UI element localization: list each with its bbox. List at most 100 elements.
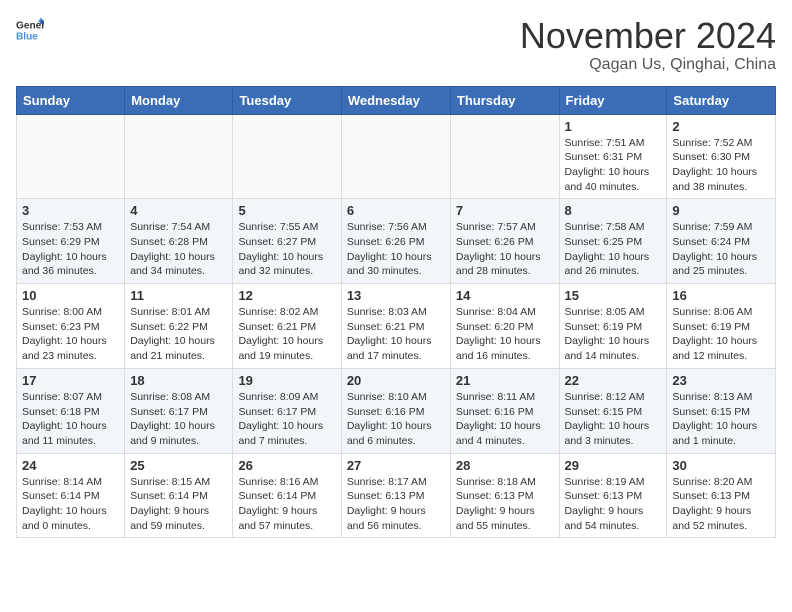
calendar-day-cell: 28Sunrise: 8:18 AM Sunset: 6:13 PM Dayli… (450, 453, 559, 538)
day-number: 20 (347, 373, 445, 388)
day-number: 4 (130, 203, 227, 218)
day-number: 12 (238, 288, 335, 303)
day-info: Sunrise: 8:00 AM Sunset: 6:23 PM Dayligh… (22, 305, 119, 364)
calendar-day-cell (233, 114, 341, 199)
day-info: Sunrise: 8:20 AM Sunset: 6:13 PM Dayligh… (672, 475, 770, 534)
calendar-day-cell: 24 Sunrise: 8:14 AM Sunset: 6:14 PM Dayli… (17, 453, 125, 538)
calendar-day-cell: 3 Sunrise: 7:53 AM Sunset: 6:29 PM Daylig… (17, 199, 125, 284)
calendar-day-cell: 15 Sunrise: 8:05 AM Sunset: 6:19 PM Dayli… (559, 284, 667, 369)
day-info: Sunrise: 7:58 AM Sunset: 6:25 PM Dayligh… (565, 220, 662, 279)
day-of-week-header: Wednesday (341, 86, 450, 114)
calendar-day-cell (341, 114, 450, 199)
day-number: 24 (22, 458, 119, 473)
day-info: Sunrise: 8:07 AM Sunset: 6:18 PM Dayligh… (22, 390, 119, 449)
day-info: Sunrise: 8:16 AM Sunset: 6:14 PM Dayligh… (238, 475, 335, 534)
day-number: 5 (238, 203, 335, 218)
day-of-week-header: Saturday (667, 86, 776, 114)
calendar-day-cell: 23 Sunrise: 8:13 AM Sunset: 6:15 PM Dayli… (667, 368, 776, 453)
day-of-week-header: Friday (559, 86, 667, 114)
day-info: Sunrise: 7:51 AM Sunset: 6:31 PM Dayligh… (565, 136, 662, 195)
day-number: 10 (22, 288, 119, 303)
calendar-day-cell: 19 Sunrise: 8:09 AM Sunset: 6:17 PM Dayli… (233, 368, 341, 453)
day-number: 19 (238, 373, 335, 388)
day-info: Sunrise: 8:02 AM Sunset: 6:21 PM Dayligh… (238, 305, 335, 364)
day-info: Sunrise: 8:05 AM Sunset: 6:19 PM Dayligh… (565, 305, 662, 364)
day-number: 7 (456, 203, 554, 218)
day-info: Sunrise: 8:01 AM Sunset: 6:22 PM Dayligh… (130, 305, 227, 364)
day-info: Sunrise: 8:04 AM Sunset: 6:20 PM Dayligh… (456, 305, 554, 364)
day-number: 23 (672, 373, 770, 388)
day-number: 30 (672, 458, 770, 473)
day-number: 11 (130, 288, 227, 303)
day-number: 6 (347, 203, 445, 218)
day-info: Sunrise: 8:10 AM Sunset: 6:16 PM Dayligh… (347, 390, 445, 449)
day-info: Sunrise: 8:14 AM Sunset: 6:14 PM Dayligh… (22, 475, 119, 534)
calendar-day-cell: 26Sunrise: 8:16 AM Sunset: 6:14 PM Dayli… (233, 453, 341, 538)
day-info: Sunrise: 8:17 AM Sunset: 6:13 PM Dayligh… (347, 475, 445, 534)
day-info: Sunrise: 8:11 AM Sunset: 6:16 PM Dayligh… (456, 390, 554, 449)
calendar-day-cell: 20 Sunrise: 8:10 AM Sunset: 6:16 PM Dayli… (341, 368, 450, 453)
calendar-day-cell: 7 Sunrise: 7:57 AM Sunset: 6:26 PM Daylig… (450, 199, 559, 284)
calendar-day-cell: 21 Sunrise: 8:11 AM Sunset: 6:16 PM Dayli… (450, 368, 559, 453)
day-number: 8 (565, 203, 662, 218)
day-info: Sunrise: 7:56 AM Sunset: 6:26 PM Dayligh… (347, 220, 445, 279)
day-info: Sunrise: 8:03 AM Sunset: 6:21 PM Dayligh… (347, 305, 445, 364)
day-number: 28 (456, 458, 554, 473)
calendar-day-cell: 13 Sunrise: 8:03 AM Sunset: 6:21 PM Dayli… (341, 284, 450, 369)
calendar-day-cell: 4Sunrise: 7:54 AM Sunset: 6:28 PM Daylig… (125, 199, 233, 284)
day-info: Sunrise: 8:13 AM Sunset: 6:15 PM Dayligh… (672, 390, 770, 449)
calendar-table: SundayMondayTuesdayWednesdayThursdayFrid… (16, 86, 776, 539)
day-info: Sunrise: 7:57 AM Sunset: 6:26 PM Dayligh… (456, 220, 554, 279)
logo: General Blue (16, 16, 44, 44)
day-number: 13 (347, 288, 445, 303)
calendar-day-cell: 29 Sunrise: 8:19 AM Sunset: 6:13 PM Dayli… (559, 453, 667, 538)
calendar-day-cell (450, 114, 559, 199)
calendar-day-cell: 11 Sunrise: 8:01 AM Sunset: 6:22 PM Dayli… (125, 284, 233, 369)
page-header: General Blue November 2024 Qagan Us, Qin… (16, 16, 776, 74)
day-info: Sunrise: 7:55 AM Sunset: 6:27 PM Dayligh… (238, 220, 335, 279)
calendar-day-cell: 1 Sunrise: 7:51 AM Sunset: 6:31 PM Daylig… (559, 114, 667, 199)
day-info: Sunrise: 8:19 AM Sunset: 6:13 PM Dayligh… (565, 475, 662, 534)
calendar-week-row: 10 Sunrise: 8:00 AM Sunset: 6:23 PM Dayli… (17, 284, 776, 369)
day-number: 22 (565, 373, 662, 388)
calendar-day-cell: 18Sunrise: 8:08 AM Sunset: 6:17 PM Dayli… (125, 368, 233, 453)
day-info: Sunrise: 7:53 AM Sunset: 6:29 PM Dayligh… (22, 220, 119, 279)
day-number: 21 (456, 373, 554, 388)
day-info: Sunrise: 8:09 AM Sunset: 6:17 PM Dayligh… (238, 390, 335, 449)
calendar-week-row: 24 Sunrise: 8:14 AM Sunset: 6:14 PM Dayli… (17, 453, 776, 538)
day-of-week-header: Monday (125, 86, 233, 114)
calendar-day-cell (17, 114, 125, 199)
calendar-day-cell: 30 Sunrise: 8:20 AM Sunset: 6:13 PM Dayli… (667, 453, 776, 538)
calendar-day-cell: 2 Sunrise: 7:52 AM Sunset: 6:30 PM Daylig… (667, 114, 776, 199)
calendar-day-cell: 16Sunrise: 8:06 AM Sunset: 6:19 PM Dayli… (667, 284, 776, 369)
logo-icon: General Blue (16, 16, 44, 44)
svg-text:Blue: Blue (16, 31, 38, 42)
day-number: 15 (565, 288, 662, 303)
day-number: 1 (565, 119, 662, 134)
calendar-day-cell: 22Sunrise: 8:12 AM Sunset: 6:15 PM Dayli… (559, 368, 667, 453)
calendar-day-cell: 12 Sunrise: 8:02 AM Sunset: 6:21 PM Dayli… (233, 284, 341, 369)
calendar-day-cell: 17Sunrise: 8:07 AM Sunset: 6:18 PM Dayli… (17, 368, 125, 453)
day-number: 3 (22, 203, 119, 218)
day-number: 16 (672, 288, 770, 303)
day-number: 27 (347, 458, 445, 473)
calendar-day-cell: 25Sunrise: 8:15 AM Sunset: 6:14 PM Dayli… (125, 453, 233, 538)
day-of-week-header: Thursday (450, 86, 559, 114)
location-subtitle: Qagan Us, Qinghai, China (520, 56, 776, 74)
calendar-week-row: 17Sunrise: 8:07 AM Sunset: 6:18 PM Dayli… (17, 368, 776, 453)
day-info: Sunrise: 7:59 AM Sunset: 6:24 PM Dayligh… (672, 220, 770, 279)
day-number: 9 (672, 203, 770, 218)
calendar-day-cell: 8 Sunrise: 7:58 AM Sunset: 6:25 PM Daylig… (559, 199, 667, 284)
day-info: Sunrise: 7:52 AM Sunset: 6:30 PM Dayligh… (672, 136, 770, 195)
calendar-day-cell: 9 Sunrise: 7:59 AM Sunset: 6:24 PM Daylig… (667, 199, 776, 284)
title-section: November 2024 Qagan Us, Qinghai, China (520, 16, 776, 74)
calendar-week-row: 1 Sunrise: 7:51 AM Sunset: 6:31 PM Daylig… (17, 114, 776, 199)
calendar-header-row: SundayMondayTuesdayWednesdayThursdayFrid… (17, 86, 776, 114)
month-title: November 2024 (520, 16, 776, 56)
day-info: Sunrise: 8:15 AM Sunset: 6:14 PM Dayligh… (130, 475, 227, 534)
calendar-day-cell: 14Sunrise: 8:04 AM Sunset: 6:20 PM Dayli… (450, 284, 559, 369)
calendar-day-cell (125, 114, 233, 199)
day-number: 18 (130, 373, 227, 388)
day-number: 29 (565, 458, 662, 473)
day-number: 2 (672, 119, 770, 134)
